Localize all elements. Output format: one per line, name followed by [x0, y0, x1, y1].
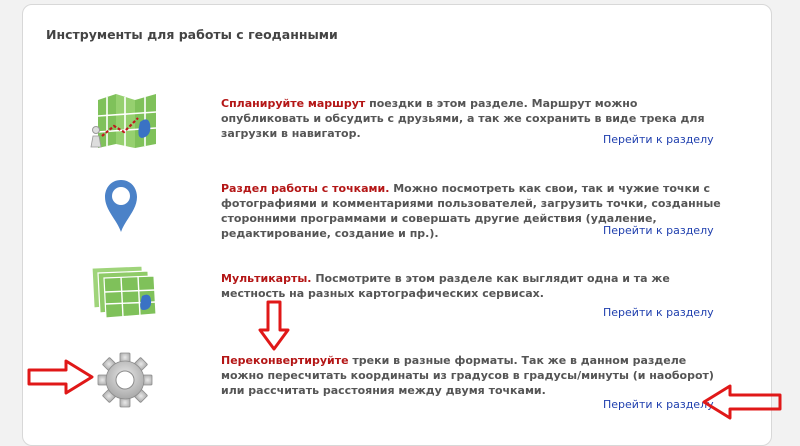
goto-convert-section-link[interactable]: Перейти к разделу [603, 398, 714, 411]
section-multimap-lead: Мультикарты. [221, 272, 312, 285]
panel-title: Инструменты для работы с геоданными [46, 27, 338, 42]
goto-multimap-section-link[interactable]: Перейти к разделу [603, 306, 714, 319]
annotation-arrow-right [27, 359, 94, 395]
section-convert-description: Переконвертируйте треки в разные форматы… [221, 353, 721, 398]
route-map-icon [90, 94, 157, 148]
gear-icon [97, 352, 153, 408]
section-multimap-description: Мультикарты. Посмотрите в этом разделе к… [221, 271, 721, 301]
section-points-lead: Раздел работы с точками. [221, 182, 390, 195]
annotation-arrow-left [702, 384, 782, 420]
map-pin-icon [105, 180, 137, 232]
section-route-lead: Спланируйте маршрут [221, 97, 366, 110]
goto-points-section-link[interactable]: Перейти к разделу [603, 224, 714, 237]
section-convert-lead: Переконвертируйте [221, 354, 349, 367]
multimap-icon [91, 265, 157, 319]
goto-route-section-link[interactable]: Перейти к разделу [603, 133, 714, 146]
annotation-arrow-down [258, 300, 290, 351]
